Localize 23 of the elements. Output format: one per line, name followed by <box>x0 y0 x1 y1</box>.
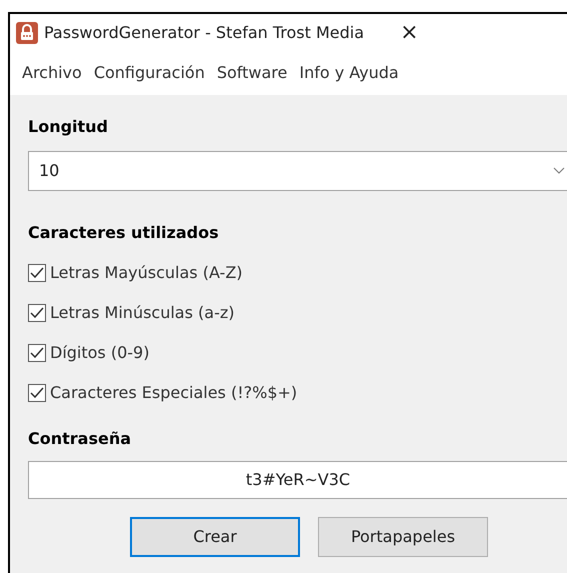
close-button[interactable]: × <box>400 22 418 44</box>
checkbox[interactable] <box>28 344 46 362</box>
menu-item[interactable]: Archivo <box>22 61 82 85</box>
checkbox[interactable] <box>28 264 46 282</box>
checkbox[interactable] <box>28 384 46 402</box>
chevron-down-icon <box>553 167 565 175</box>
menu-item[interactable]: Configuración <box>94 61 205 85</box>
checkbox-option[interactable]: Dígitos (0-9) <box>28 333 150 373</box>
checkbox-option[interactable]: Caracteres Especiales (!?%$+) <box>28 373 298 413</box>
checkbox-option[interactable]: Letras Minúsculas (a-z) <box>28 293 234 333</box>
section-label: Longitud <box>28 116 110 138</box>
action-button[interactable]: Crear <box>130 517 300 557</box>
action-button[interactable]: Portapapeles <box>318 517 488 557</box>
padlock-icon <box>16 22 38 44</box>
checkbox[interactable] <box>28 304 46 322</box>
length-dropdown[interactable]: 10 <box>28 151 567 191</box>
menu-item[interactable]: Info y Ayuda <box>299 61 399 85</box>
checkbox-option[interactable]: Letras Mayúsculas (A-Z) <box>28 253 243 293</box>
password-field[interactable]: t3#YeR~V3C <box>28 461 567 499</box>
section-label: Caracteres utilizados <box>28 222 220 244</box>
section-label: Contraseña <box>28 428 132 450</box>
window-title: PasswordGenerator - Stefan Trost Media <box>44 22 364 44</box>
menu-item[interactable]: Software <box>216 61 288 85</box>
